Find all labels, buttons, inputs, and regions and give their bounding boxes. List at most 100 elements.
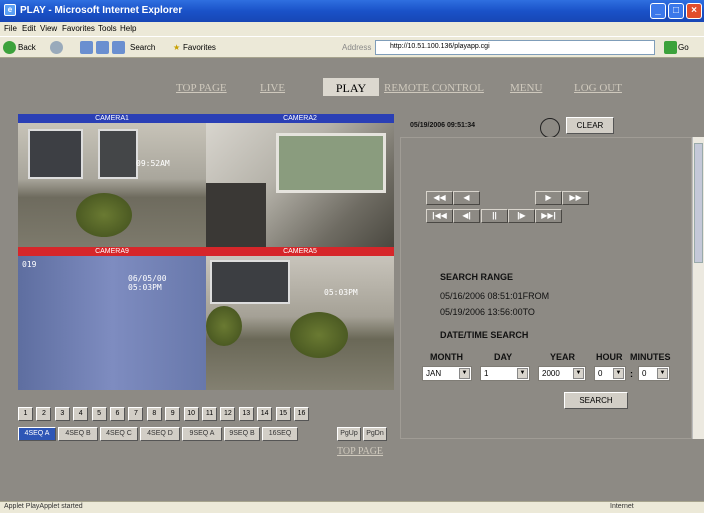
menu-file[interactable]: File [4, 24, 17, 33]
bottom-top-page-link[interactable]: TOP PAGE [337, 446, 383, 457]
go-icon[interactable] [664, 41, 677, 54]
fast-rewind-button[interactable]: ◀◀ [426, 191, 453, 205]
split-button-4seq-b[interactable]: 4SEQ B [58, 427, 98, 441]
split-button-4seq-c[interactable]: 4SEQ C [100, 427, 138, 441]
year-value: 2000 [542, 369, 560, 378]
menu-help[interactable]: Help [120, 24, 136, 33]
chevron-down-icon: ▼ [573, 368, 584, 379]
hour-select[interactable]: 0 ▼ [594, 366, 626, 381]
pause-button[interactable]: || [481, 209, 508, 223]
split-button-9seq-b[interactable]: 9SEQ B [224, 427, 260, 441]
status-bar: Applet PlayApplet started Internet [0, 501, 704, 513]
camera-button-9[interactable]: 9 [165, 407, 181, 421]
camera5-header: CAMERA5 [206, 247, 394, 256]
skip-start-button[interactable]: |◀◀ [426, 209, 453, 223]
favorites-label[interactable]: Favorites [183, 43, 216, 52]
split-button-9seq-a[interactable]: 9SEQ A [182, 427, 222, 441]
camera-button-14[interactable]: 14 [257, 407, 273, 421]
camera-button-10[interactable]: 10 [183, 407, 199, 421]
chevron-down-icon: ▼ [613, 368, 624, 379]
camera2-panel[interactable]: CAMERA2 [206, 114, 394, 247]
zone-text: Internet [610, 503, 634, 510]
minutes-value: 0 [642, 369, 647, 378]
camera-button-3[interactable]: 3 [54, 407, 70, 421]
camera-button-15[interactable]: 15 [275, 407, 291, 421]
fast-forward-button[interactable]: ▶▶ [562, 191, 589, 205]
camera9-timestamp: 06/05/00 05:03PM [128, 274, 167, 292]
split-button-4seq-a[interactable]: 4SEQ A [18, 427, 56, 441]
nav-menu[interactable]: MENU [510, 82, 542, 94]
current-datetime: 05/19/2006 09:51:34 [410, 122, 475, 129]
range-to: 05/19/2006 13:56:00TO [440, 307, 535, 317]
nav-remote-control[interactable]: REMOTE CONTROL [384, 82, 484, 94]
camera2-view [206, 123, 394, 247]
clear-button[interactable]: CLEAR [566, 117, 614, 134]
time-colon: : [630, 369, 633, 379]
back-label[interactable]: Back [18, 43, 36, 52]
camera-button-7[interactable]: 7 [128, 407, 144, 421]
step-forward-button[interactable]: |▶ [508, 209, 535, 223]
camera-button-11[interactable]: 11 [202, 407, 217, 421]
search-button[interactable]: SEARCH [564, 392, 628, 409]
nav-live[interactable]: LIVE [260, 82, 285, 94]
ie-logo-icon: e [4, 4, 16, 16]
camera-button-8[interactable]: 8 [146, 407, 162, 421]
camera-button-2[interactable]: 2 [36, 407, 52, 421]
menu-view[interactable]: View [40, 24, 57, 33]
go-label[interactable]: Go [678, 43, 689, 52]
address-label: Address [342, 43, 372, 52]
camera-button-4[interactable]: 4 [73, 407, 89, 421]
year-label: YEAR [550, 352, 576, 362]
month-label: MONTH [430, 352, 463, 362]
stop-icon[interactable] [80, 41, 93, 54]
record-indicator [540, 118, 560, 138]
camera-button-16[interactable]: 16 [294, 407, 309, 421]
camera1-panel[interactable]: CAMERA1 09:52AM [18, 114, 206, 247]
camera-button-6[interactable]: 6 [110, 407, 125, 421]
month-select[interactable]: JAN ▼ [422, 366, 472, 381]
camera-button-13[interactable]: 13 [238, 407, 254, 421]
home-icon[interactable] [112, 41, 125, 54]
maximize-button[interactable]: □ [668, 3, 684, 19]
rewind-button[interactable]: ◀ [453, 191, 480, 205]
menu-edit[interactable]: Edit [22, 24, 36, 33]
skip-end-button[interactable]: ▶▶| [535, 209, 562, 223]
camera1-view: 09:52AM [18, 123, 206, 247]
back-icon[interactable] [3, 41, 16, 54]
menu-tools[interactable]: Tools [98, 24, 117, 33]
refresh-icon[interactable] [96, 41, 109, 54]
play-button[interactable]: ▶ [535, 191, 562, 205]
camera5-view: 05:03PM [206, 256, 394, 390]
chevron-down-icon: ▼ [517, 368, 528, 379]
step-back-button[interactable]: ◀| [453, 209, 480, 223]
nav-play[interactable]: PLAY [323, 78, 379, 96]
pgdn-button[interactable]: PgDn [363, 427, 387, 441]
year-select[interactable]: 2000 ▼ [538, 366, 586, 381]
pgup-button[interactable]: PgUp [337, 427, 361, 441]
camera9-header: CAMERA9 [18, 247, 206, 256]
search-label[interactable]: Search [130, 43, 155, 52]
camera5-panel[interactable]: CAMERA5 05:03PM [206, 247, 394, 390]
camera9-panel[interactable]: CAMERA9 019 06/05/00 05:03PM [18, 247, 206, 390]
address-field[interactable]: http://10.51.100.136/playapp.cgi [375, 40, 655, 55]
chevron-down-icon: ▼ [657, 368, 668, 379]
window-title: PLAY - Microsoft Internet Explorer [20, 5, 183, 16]
split-button-4seq-d[interactable]: 4SEQ D [140, 427, 180, 441]
camera2-header: CAMERA2 [206, 114, 394, 123]
nav-top-page[interactable]: TOP PAGE [176, 82, 227, 94]
day-select[interactable]: 1 ▼ [480, 366, 530, 381]
scrollbar[interactable] [692, 137, 704, 439]
month-value: JAN [426, 369, 442, 378]
minutes-select[interactable]: 0 ▼ [638, 366, 670, 381]
hour-value: 0 [598, 369, 603, 378]
camera-button-5[interactable]: 5 [91, 407, 107, 421]
split-button-16seq[interactable]: 16SEQ [262, 427, 298, 441]
menu-favorites[interactable]: Favorites [62, 24, 95, 33]
nav-log-out[interactable]: LOG OUT [574, 82, 622, 94]
forward-icon[interactable] [50, 41, 63, 54]
camera-button-12[interactable]: 12 [220, 407, 236, 421]
close-button[interactable]: × [686, 3, 702, 19]
favorites-star-icon[interactable]: ★ [173, 43, 180, 52]
camera-button-1[interactable]: 1 [18, 407, 33, 421]
minimize-button[interactable]: _ [650, 3, 666, 19]
